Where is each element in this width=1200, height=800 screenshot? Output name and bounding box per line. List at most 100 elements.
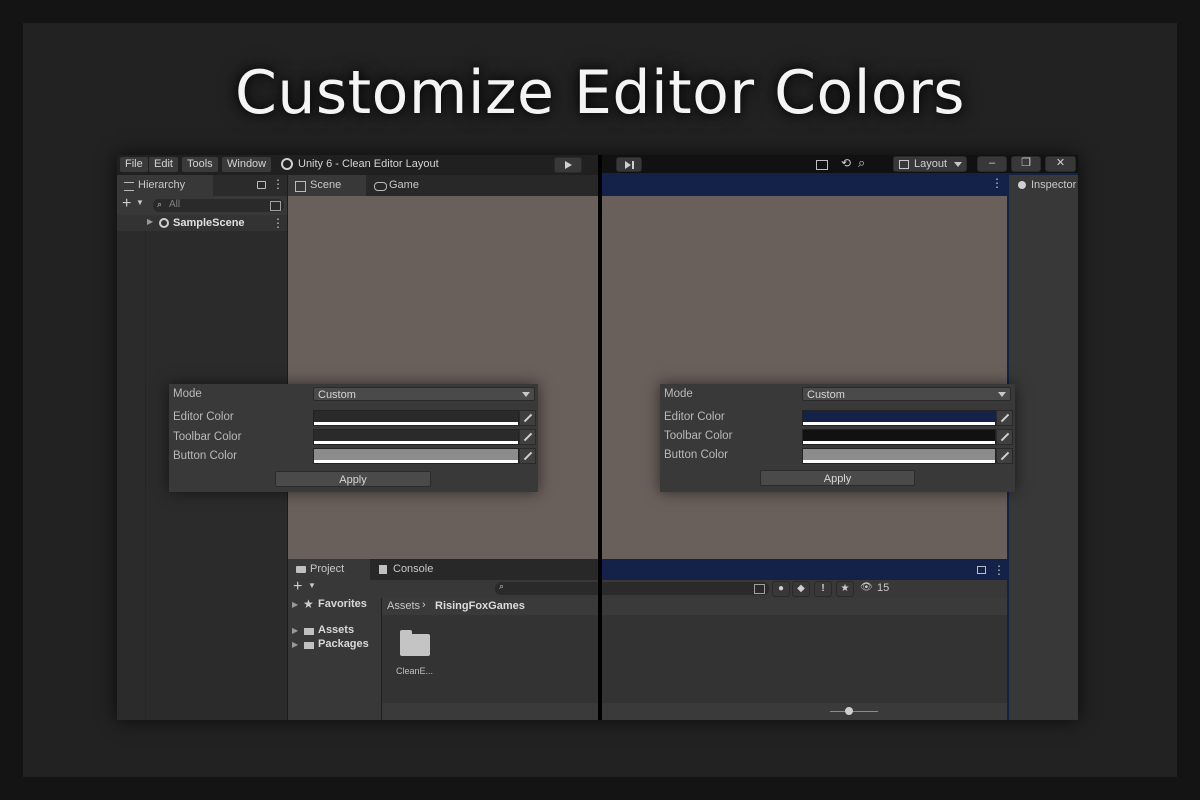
tree-assets[interactable]: Assets — [318, 624, 354, 636]
console-icon — [379, 565, 387, 574]
toolbar-color-field[interactable] — [313, 429, 519, 445]
dropdown-arrow-icon[interactable]: ▼ — [136, 198, 144, 207]
project-menu-icon[interactable]: ⋮ — [993, 563, 1005, 577]
visible-count: 15 — [877, 582, 890, 594]
search-icon[interactable]: ⌕ — [858, 155, 865, 171]
editor-color-label: Editor Color — [173, 411, 234, 423]
scene-view[interactable] — [288, 196, 598, 559]
apply-button[interactable]: Apply — [275, 471, 431, 487]
tab-project[interactable]: Project — [288, 559, 370, 580]
mode-label: Mode — [664, 388, 693, 400]
apply-button[interactable]: Apply — [760, 470, 915, 486]
tree-arrow-icon[interactable]: ▶ — [292, 600, 298, 609]
gamepad-icon — [374, 182, 387, 191]
button-color-field[interactable] — [313, 448, 519, 464]
eye-icon[interactable]: 👁︎ — [860, 582, 873, 593]
project-search-input[interactable]: ⌕ — [495, 581, 598, 595]
hierarchy-search-input[interactable]: ⌕ All — [153, 199, 284, 212]
project-add-icon[interactable]: + — [293, 578, 302, 596]
zoom-slider-track[interactable] — [830, 711, 878, 712]
folder-tab-shape — [400, 630, 412, 636]
tree-arrow-icon[interactable]: ▶ — [292, 626, 298, 635]
mode-dropdown[interactable]: Custom — [313, 387, 535, 401]
toolbar-color-label: Toolbar Color — [173, 431, 242, 443]
mode-label: Mode — [173, 388, 202, 400]
menu-edit[interactable]: Edit — [149, 157, 178, 172]
search-filter-icon[interactable] — [754, 584, 765, 594]
eyedropper-icon[interactable] — [996, 410, 1013, 426]
favorites-button[interactable]: ★ — [836, 581, 854, 597]
tab-game[interactable]: Game — [368, 175, 448, 196]
editor-color-field[interactable] — [802, 410, 996, 426]
tab-console-label: Console — [393, 563, 434, 575]
assets-folder-icon — [304, 628, 314, 635]
menu-tools[interactable]: Tools — [182, 157, 218, 172]
eyedropper-icon[interactable] — [996, 429, 1013, 445]
project-toolbar: + ▼ ⌕ — [288, 578, 598, 598]
play-icon — [565, 161, 572, 169]
project-lock-icon[interactable] — [977, 566, 986, 574]
dropdown-caret-icon — [998, 392, 1006, 397]
tree-packages[interactable]: Packages — [318, 638, 369, 650]
breadcrumb-leaf[interactable]: RisingFoxGames — [435, 600, 525, 612]
project-tabbar: Project Console — [288, 559, 598, 580]
editor-color-field[interactable] — [313, 410, 519, 426]
packages-folder-icon — [304, 642, 314, 649]
scene-grid-icon — [295, 181, 306, 192]
history-icon[interactable]: ⟲ — [841, 156, 851, 170]
menu-window[interactable]: Window — [222, 157, 272, 172]
breadcrumb-root[interactable]: Assets — [387, 600, 420, 612]
toolbar-color-field[interactable] — [802, 429, 996, 445]
filter-label-button[interactable]: ◆ — [792, 581, 810, 597]
unity-editor-window: File Edit Tools Window Unity 6 - Clean E… — [117, 155, 1078, 720]
hierarchy-menu-icon[interactable]: ⋮ — [272, 177, 284, 191]
scene-view-right[interactable] — [602, 196, 1007, 559]
play-button[interactable] — [554, 157, 582, 173]
mode-dropdown[interactable]: Custom — [802, 387, 1011, 401]
toolbar-color-label: Toolbar Color — [664, 430, 733, 442]
search-filter-icon[interactable] — [270, 201, 281, 211]
tab-scene[interactable]: Scene — [288, 175, 366, 196]
menu-bar: File Edit Tools Window Unity 6 - Clean E… — [117, 155, 598, 175]
eyedropper-icon[interactable] — [996, 448, 1013, 464]
button-color-label: Button Color — [173, 450, 237, 462]
unity-logo-icon — [281, 158, 293, 170]
expand-arrow-icon[interactable]: ▶ — [147, 217, 153, 226]
archive-icon[interactable] — [816, 160, 828, 170]
step-icon — [625, 161, 631, 169]
maximize-button[interactable]: ❐ — [1011, 156, 1041, 172]
hierarchy-scene-row[interactable]: ▶ SampleScene ⋮ — [117, 215, 287, 231]
tab-project-label: Project — [310, 563, 345, 575]
project-search-icon: ⌕ — [499, 581, 505, 591]
scene-menu-icon[interactable]: ⋮ — [991, 176, 1003, 190]
zoom-slider-handle[interactable] — [845, 707, 853, 715]
eyedropper-icon[interactable] — [519, 448, 536, 464]
project-tabbar-right: ⋮ — [602, 559, 1007, 580]
layout-label: Layout — [914, 158, 948, 170]
eyedropper-icon[interactable] — [519, 429, 536, 445]
breadcrumb: Assets › RisingFoxGames — [382, 598, 598, 615]
inspector-tab[interactable]: Inspector — [1009, 175, 1078, 195]
tree-arrow-icon[interactable]: ▶ — [292, 640, 298, 649]
eyedropper-icon[interactable] — [519, 410, 536, 426]
scene-row-menu-icon[interactable]: ⋮ — [272, 216, 284, 230]
button-color-label: Button Color — [664, 449, 728, 461]
folder-asset-icon — [400, 634, 430, 656]
step-button[interactable] — [616, 157, 642, 172]
minimize-button[interactable]: – — [977, 156, 1007, 172]
filter-type-button[interactable]: ● — [772, 581, 790, 597]
alpha-bar — [314, 422, 518, 425]
folder-asset[interactable]: CleanE... — [396, 629, 436, 679]
button-color-field[interactable] — [802, 448, 996, 464]
close-button[interactable]: ✕ — [1045, 156, 1076, 172]
tree-favorites[interactable]: Favorites — [318, 598, 367, 610]
project-search-field[interactable] — [602, 582, 769, 595]
menu-file[interactable]: File — [120, 157, 148, 172]
lock-icon[interactable] — [257, 181, 266, 189]
tab-console[interactable]: Console — [372, 559, 462, 580]
project-add-dropdown-icon[interactable]: ▼ — [308, 581, 316, 590]
layout-dropdown[interactable]: Layout — [893, 156, 967, 172]
hierarchy-tab[interactable]: Hierarchy — [117, 175, 213, 196]
add-icon[interactable]: + — [122, 195, 131, 213]
filter-log-button[interactable]: ! — [814, 581, 832, 597]
